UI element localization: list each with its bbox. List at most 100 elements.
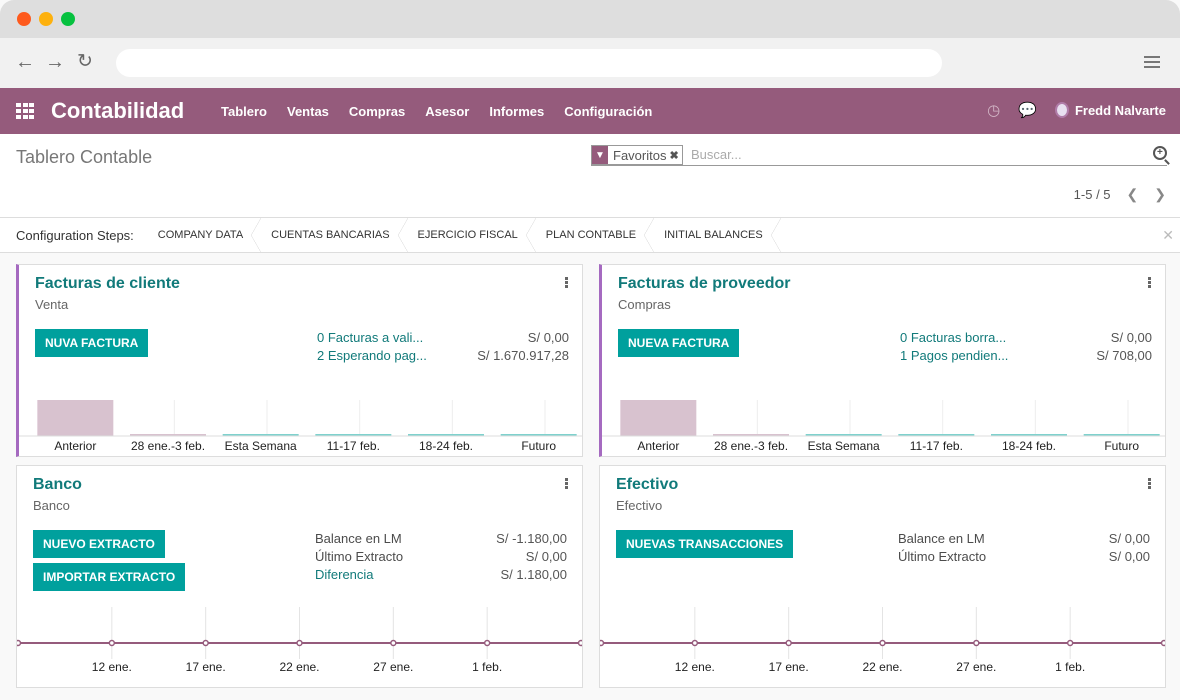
stat-row: 2 Esperando pag... S/ 1.670.917,28 [317, 348, 569, 366]
card-title[interactable]: Facturas de proveedor [618, 275, 791, 293]
reload-icon[interactable]: ↻ [77, 52, 93, 72]
pager-value[interactable]: 1-5 / 5 [1074, 187, 1111, 202]
menu-item-tablero[interactable]: Tablero [221, 104, 267, 119]
clock-icon[interactable]: ◷ [987, 101, 1000, 119]
card-bar-chart[interactable]: Anterior 28 ene.-3 feb. Esta Semana 11-17 f… [602, 396, 1166, 456]
step-company-data[interactable]: COMPANY DATA [148, 217, 262, 253]
facet-label: Favoritos [613, 147, 667, 163]
menu-item-configuracion[interactable]: Configuración [564, 104, 652, 119]
main-menu: Tablero Ventas Compras Asesor Informes C… [221, 104, 672, 119]
x-tick-label: 22 ene. [862, 660, 902, 674]
data-point [879, 639, 886, 647]
stat-row: Último Extracto S/ 0,00 [315, 549, 567, 567]
control-panel: Tablero Contable ▼ Favoritos ✖ Buscar...… [0, 134, 1180, 218]
stat-label[interactable]: 2 Esperando pag... [317, 348, 427, 366]
x-tick-label: 18-24 feb. [419, 439, 473, 453]
stat-value: S/ 1.670.917,28 [477, 348, 569, 363]
stat-label: Balance en LM [898, 531, 985, 546]
x-tick-label: 17 ene. [186, 660, 226, 674]
maximize-window-button[interactable] [61, 12, 75, 26]
data-point [17, 639, 22, 647]
step-initial-balances[interactable]: INITIAL BALANCES [654, 217, 781, 253]
card-stats: Balance en LM S/ 0,00 Último Extracto S/ 0… [898, 531, 1150, 567]
configuration-steps-bar: Configuration Steps: COMPANY DATA CUENTA… [0, 217, 1180, 253]
card-title[interactable]: Efectivo [616, 476, 678, 494]
step-plan-contable[interactable]: PLAN CONTABLE [536, 217, 655, 253]
x-tick-label: 28 ene.-3 feb. [714, 439, 788, 453]
page-title: Tablero Contable [16, 147, 153, 167]
stat-label[interactable]: 0 Facturas borra... [900, 330, 1006, 348]
x-tick-label: 12 ene. [92, 660, 132, 674]
user-name[interactable]: Fredd Nalvarte [1075, 103, 1166, 118]
card-line-chart[interactable]: 12 ene. 17 ene. 22 ene. 27 ene. 1 feb. [600, 607, 1165, 687]
x-tick-label: 28 ene.-3 feb. [131, 439, 205, 453]
pager-next-icon[interactable]: ❯ [1154, 186, 1166, 203]
pager-previous-icon[interactable]: ❮ [1127, 186, 1139, 203]
stat-value: S/ 0,00 [527, 330, 569, 345]
new-invoice-button[interactable]: NUVA FACTURA [35, 329, 149, 357]
apps-grid-icon[interactable] [16, 103, 34, 119]
card-menu-icon[interactable] [565, 478, 568, 490]
menu-item-ventas[interactable]: Ventas [287, 104, 329, 119]
card-menu-icon[interactable] [565, 277, 568, 289]
main-navbar: Contabilidad Tablero Ventas Compras Ases… [0, 88, 1180, 134]
journal-card-bank: Banco Banco NUEVO EXTRACTO IMPORTAR EXTR… [16, 465, 583, 688]
search-input[interactable]: Buscar... [691, 147, 742, 162]
back-icon[interactable]: ← [15, 52, 35, 72]
stat-label[interactable]: 1 Pagos pendien... [900, 348, 1008, 366]
data-point [691, 639, 699, 647]
data-point [785, 639, 792, 647]
card-menu-icon[interactable] [1148, 478, 1151, 490]
stat-label[interactable]: 0 Facturas a vali... [317, 330, 423, 348]
card-line-chart[interactable]: 12 ene. 17 ene. 22 ene. 27 ene. 1 feb. [17, 607, 582, 687]
search-options-icon[interactable]: + [1153, 146, 1167, 160]
browser-menu-icon[interactable] [1144, 56, 1160, 71]
new-statement-button[interactable]: NUEVO EXTRACTO [33, 530, 165, 558]
x-tick-label: 22 ene. [279, 660, 319, 674]
steps-label: Configuration Steps: [16, 227, 134, 243]
x-tick-label: 27 ene. [956, 660, 996, 674]
new-bill-button[interactable]: NUEVA FACTURA [618, 329, 740, 357]
card-title[interactable]: Facturas de cliente [35, 275, 180, 293]
app-name: Contabilidad [51, 98, 185, 123]
bar [37, 400, 114, 436]
import-statement-button[interactable]: IMPORTAR EXTRACTO [33, 563, 186, 591]
close-window-button[interactable] [17, 12, 31, 26]
x-tick-label: 18-24 feb. [1002, 439, 1056, 453]
card-stats: 0 Facturas a vali... S/ 0,00 2 Esperando … [317, 330, 569, 366]
pager: 1-5 / 5 ❮ ❯ [1074, 186, 1166, 203]
menu-item-asesor[interactable]: Asesor [425, 104, 469, 119]
data-point [973, 639, 980, 647]
x-tick-label: Anterior [637, 439, 679, 453]
data-point [1066, 639, 1074, 647]
data-point [600, 639, 605, 647]
data-point [202, 639, 209, 647]
step-ejercicio-fiscal[interactable]: EJERCICIO FISCAL [408, 217, 537, 253]
menu-item-informes[interactable]: Informes [489, 104, 544, 119]
card-subtitle: Compras [618, 297, 671, 312]
menu-item-compras[interactable]: Compras [349, 104, 405, 119]
x-tick-label: 27 ene. [373, 660, 413, 674]
minimize-window-button[interactable] [39, 12, 53, 26]
stat-row: 0 Facturas borra... S/ 0,00 [900, 330, 1152, 348]
step-cuentas-bancarias[interactable]: CUENTAS BANCARIAS [261, 217, 408, 253]
forward-icon[interactable]: → [45, 52, 65, 72]
card-title[interactable]: Banco [33, 476, 82, 494]
data-point [390, 639, 397, 647]
user-avatar[interactable] [1054, 102, 1069, 118]
browser-toolbar: ← → ↻ [0, 38, 1180, 88]
card-menu-icon[interactable] [1148, 277, 1151, 289]
close-steps-icon[interactable]: ✕ [1162, 227, 1174, 244]
chat-icon[interactable]: 💬 [1018, 101, 1037, 119]
browser-titlebar [0, 0, 1180, 38]
card-bar-chart[interactable]: Anterior 28 ene.-3 feb. Esta Semana 11-17 f… [19, 396, 583, 456]
data-point [1160, 639, 1165, 647]
address-bar[interactable] [116, 49, 942, 77]
remove-facet-icon[interactable]: ✖ [669, 149, 681, 162]
stat-label[interactable]: Diferencia [315, 567, 374, 585]
new-transactions-button[interactable]: NUEVAS TRANSACCIONES [616, 530, 794, 558]
x-tick-label: Futuro [1104, 439, 1139, 453]
stat-row: Último Extracto S/ 0,00 [898, 549, 1150, 567]
stat-value: S/ 0,00 [1108, 531, 1150, 546]
data-point [296, 639, 303, 647]
